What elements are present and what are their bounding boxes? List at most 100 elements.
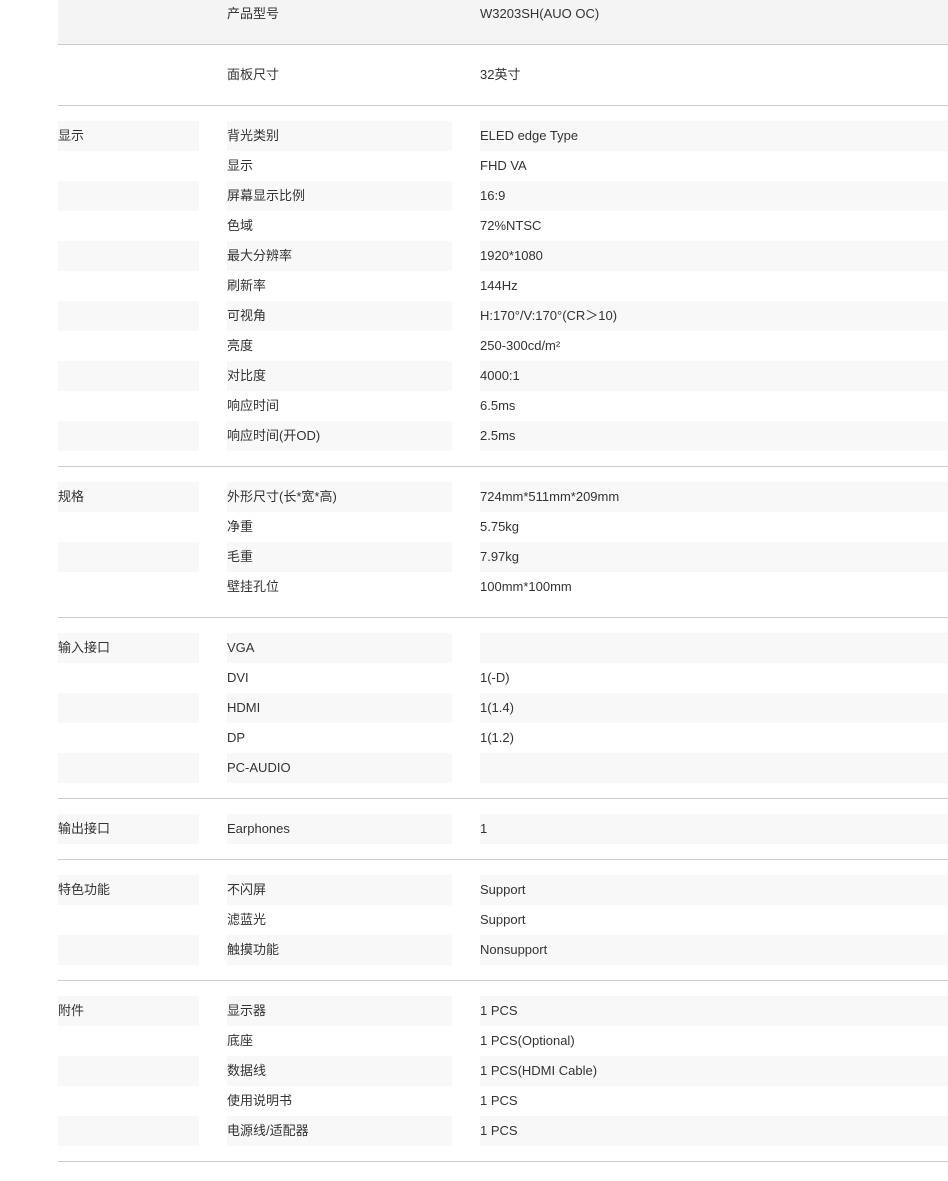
group-label: [58, 331, 199, 361]
table-row: 壁挂孔位 100mm*100mm: [58, 572, 948, 602]
spec-value: 1(1.2): [480, 730, 514, 745]
spec-value: 1 PCS(Optional): [480, 1033, 575, 1048]
group-label: 附件: [58, 996, 199, 1026]
spec-label: 响应时间: [227, 398, 280, 413]
group-label: [58, 723, 199, 753]
group-label: [58, 151, 199, 181]
group-label: [58, 1056, 199, 1086]
table-row: 响应时间(开OD) 2.5ms: [58, 421, 948, 451]
spec-value: [480, 633, 948, 663]
table-row: 数据线 1 PCS(HDMI Cable): [58, 1056, 948, 1086]
spec-label: 响应时间(开OD): [227, 421, 452, 451]
spec-label: VGA: [227, 633, 452, 663]
spec-label: 壁挂孔位: [227, 579, 280, 594]
spec-value: Nonsupport: [480, 935, 948, 965]
group-label: [58, 905, 199, 935]
table-row: 规格 外形尺寸(长*宽*高) 724mm*511mm*209mm: [58, 482, 948, 512]
group-label: [58, 421, 199, 451]
table-row: 显示 FHD VA: [58, 151, 948, 181]
group-label: [58, 753, 199, 783]
spec-value: 1 PCS(HDMI Cable): [480, 1056, 948, 1086]
spec-label: Earphones: [227, 814, 452, 844]
group-label: 输出接口: [58, 814, 199, 844]
group-label: [58, 301, 199, 331]
group-label: [58, 1086, 199, 1116]
spec-label: 底座: [227, 1033, 254, 1048]
spec-label: HDMI: [227, 693, 452, 723]
spec-value: 72%NTSC: [480, 218, 542, 233]
spec-value: 7.97kg: [480, 542, 948, 572]
spec-value: W3203SH(AUO OC): [480, 6, 600, 21]
spec-group: 显示 背光类别 ELED edge Type 显示 FHD VA 屏幕显示比例 16:9 色域…: [58, 106, 948, 467]
spec-row-panel-size: 面板尺寸 32英寸: [58, 45, 948, 106]
group-label: [58, 542, 199, 572]
spec-label: 屏幕显示比例: [227, 181, 452, 211]
group-label: 规格: [58, 482, 199, 512]
group-label: [58, 572, 199, 602]
spec-group: 规格 外形尺寸(长*宽*高) 724mm*511mm*209mm 净重 5.75kg 毛重…: [58, 467, 948, 618]
spec-value: 724mm*511mm*209mm: [480, 482, 948, 512]
spec-label: 滤蓝光: [227, 912, 267, 927]
table-row: 屏幕显示比例 16:9: [58, 181, 948, 211]
spec-label: 色域: [227, 218, 254, 233]
spec-label: 触摸功能: [227, 935, 452, 965]
group-label: 输入接口: [58, 633, 199, 663]
spec-label: 使用说明书: [227, 1093, 293, 1108]
spec-label: 刷新率: [227, 278, 267, 293]
table-row: DP 1(1.2): [58, 723, 948, 753]
table-row: 最大分辨率 1920*1080: [58, 241, 948, 271]
group-label: [58, 271, 199, 301]
group-label: [58, 935, 199, 965]
spec-label: 最大分辨率: [227, 241, 452, 271]
spec-group: 输入接口 VGA DVI 1(-D) HDMI 1(1.4) DP 1(1.2) PC-AUDI…: [58, 618, 948, 799]
spec-group: 输出接口 Earphones 1: [58, 799, 948, 860]
spec-value: H:170°/V:170°(CR＞10): [480, 301, 948, 331]
group-label: [58, 241, 199, 271]
table-row: 响应时间 6.5ms: [58, 391, 948, 421]
spec-value: ELED edge Type: [480, 121, 948, 151]
table-row: 亮度 250-300cd/m²: [58, 331, 948, 361]
spec-value: 250-300cd/m²: [480, 338, 561, 353]
spec-label: 可视角: [227, 301, 452, 331]
spec-value: 1 PCS: [480, 1093, 518, 1108]
spec-group: 特色功能 不闪屏 Support 滤蓝光 Support 触摸功能 Nonsupport: [58, 860, 948, 981]
table-row: 刷新率 144Hz: [58, 271, 948, 301]
spec-value: 32英寸: [480, 67, 521, 82]
spec-label: 外形尺寸(长*宽*高): [227, 482, 452, 512]
spec-row-model: 产品型号 W3203SH(AUO OC): [58, 0, 948, 45]
table-row: HDMI 1(1.4): [58, 693, 948, 723]
spec-label: 对比度: [227, 361, 452, 391]
spec-label: 毛重: [227, 542, 452, 572]
group-label: [58, 663, 199, 693]
spec-label: 亮度: [227, 338, 254, 353]
table-row: 输入接口 VGA: [58, 633, 948, 663]
spec-label: 面板尺寸: [227, 67, 280, 82]
spec-value: 1 PCS: [480, 996, 948, 1026]
table-row: 显示 背光类别 ELED edge Type: [58, 121, 948, 151]
table-row: 特色功能 不闪屏 Support: [58, 875, 948, 905]
spec-value: 2.5ms: [480, 421, 948, 451]
spec-label: DP: [227, 730, 246, 745]
table-row: 附件 显示器 1 PCS: [58, 996, 948, 1026]
spec-value: 1920*1080: [480, 241, 948, 271]
group-label: [58, 1026, 199, 1056]
spec-value: 1: [480, 814, 948, 844]
spec-label: 显示: [227, 158, 254, 173]
table-row: 净重 5.75kg: [58, 512, 948, 542]
table-row: 触摸功能 Nonsupport: [58, 935, 948, 965]
spec-label: 不闪屏: [227, 875, 452, 905]
group-label: [58, 211, 199, 241]
table-row: 可视角 H:170°/V:170°(CR＞10): [58, 301, 948, 331]
table-row: 使用说明书 1 PCS: [58, 1086, 948, 1116]
spec-value: 1 PCS: [480, 1116, 948, 1146]
table-row: PC-AUDIO: [58, 753, 948, 783]
spec-label: 产品型号: [227, 6, 280, 21]
group-label: [58, 361, 199, 391]
group-label: [58, 391, 199, 421]
group-label: [58, 512, 199, 542]
spec-value: 100mm*100mm: [480, 579, 572, 594]
spec-label: 显示器: [227, 996, 452, 1026]
spec-value: Support: [480, 912, 526, 927]
spec-value: 6.5ms: [480, 398, 516, 413]
group-label: [58, 693, 199, 723]
